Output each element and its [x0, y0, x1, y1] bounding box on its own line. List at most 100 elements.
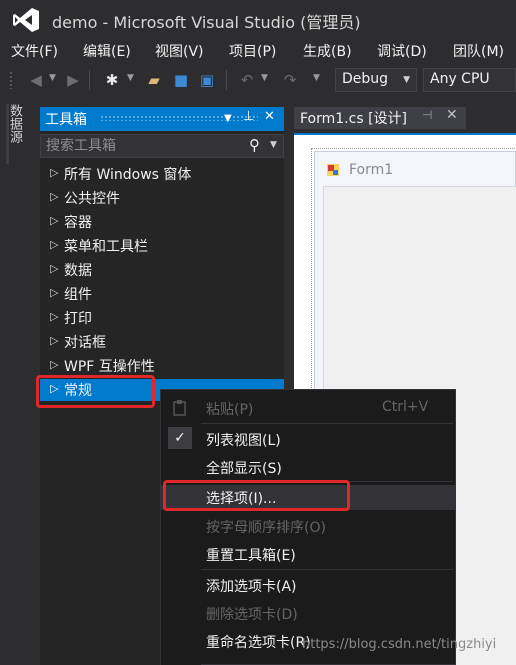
header-grip — [100, 115, 258, 121]
toolbox-group-all-windows-forms[interactable]: ▷ 所有 Windows 窗体 — [40, 163, 284, 185]
group-label: 容器 — [64, 215, 92, 231]
menu-view[interactable]: 视图(V) — [155, 41, 204, 61]
close-tab-icon[interactable]: ✕ — [446, 107, 458, 123]
group-label: 数据 — [64, 263, 92, 279]
pin-tab-icon[interactable]: ⊣ — [422, 108, 432, 122]
toolbox-title: 工具箱 — [45, 112, 87, 128]
toolbar-separator — [89, 70, 90, 90]
save-icon[interactable]: ■ — [172, 71, 190, 89]
menu-debug[interactable]: 调试(D) — [377, 41, 427, 61]
toolbox-group-data[interactable]: ▷ 数据 — [40, 259, 284, 281]
toolbar-grip[interactable] — [9, 71, 13, 89]
solution-configuration-select[interactable]: Debug ▼ — [335, 68, 417, 92]
menu-item-sort-alphabetically[interactable]: 按字母顺序排序(O) — [161, 514, 455, 539]
window-position-dropdown-icon[interactable]: ▼ — [224, 113, 232, 124]
toolbox-group-menus-toolbars[interactable]: ▷ 菜单和工具栏 — [40, 235, 284, 257]
undo-icon[interactable]: ↶ — [238, 71, 256, 89]
menu-item-paste[interactable]: 粘贴(P) Ctrl+V — [161, 396, 455, 421]
menu-item-shortcut: Ctrl+V — [382, 399, 429, 415]
save-all-icon[interactable]: ▣ — [198, 71, 216, 89]
highlight-general-group — [36, 375, 155, 408]
menu-separator — [201, 423, 453, 424]
menu-item-reset-toolbox[interactable]: 重置工具箱(E) — [161, 542, 455, 567]
toolbox-group-dialogs[interactable]: ▷ 对话框 — [40, 331, 284, 353]
menu-item-delete-tab[interactable]: 删除选项卡(D) — [161, 601, 455, 626]
menu-item-label: 全部显示(S) — [206, 461, 282, 477]
search-options-dropdown-icon[interactable]: ▼ — [270, 140, 277, 150]
menu-file[interactable]: 文件(F) — [11, 41, 58, 61]
menu-bar: 文件(F) 编辑(E) 视图(V) 项目(P) 生成(B) 调试(D) 团队(M… — [0, 38, 516, 64]
menu-build[interactable]: 生成(B) — [303, 41, 352, 61]
search-icon[interactable]: ⚲ — [249, 136, 260, 154]
toolbox-search: ⚲ ▼ — [40, 134, 284, 158]
paste-icon — [173, 400, 186, 416]
menu-edit[interactable]: 编辑(E) — [83, 41, 131, 61]
group-label: 组件 — [64, 287, 92, 303]
undo-dropdown-icon[interactable]: ▼ — [261, 73, 268, 83]
back-dropdown-icon[interactable]: ▼ — [49, 73, 56, 83]
menu-project[interactable]: 项目(P) — [229, 41, 276, 61]
group-label: 对话框 — [64, 335, 106, 351]
menu-item-label: 添加选项卡(A) — [206, 579, 297, 595]
menu-separator — [201, 569, 453, 570]
form-app-icon — [327, 164, 339, 176]
menu-team[interactable]: 团队(M) — [453, 41, 504, 61]
window-title: demo - Microsoft Visual Studio (管理员) — [52, 13, 361, 32]
open-file-icon[interactable]: ▰ — [145, 71, 163, 89]
menu-item-label: 重置工具箱(E) — [206, 548, 296, 564]
group-label: 公共控件 — [64, 191, 120, 207]
tab-label: Form1.cs [设计] — [300, 111, 407, 127]
pin-icon[interactable]: ⊥ — [243, 109, 254, 124]
close-icon[interactable]: ✕ — [264, 109, 275, 124]
solution-platform-value: Any CPU — [430, 71, 490, 87]
toolbar-separator — [226, 70, 227, 90]
side-tool-strip: 数据源 — [0, 96, 36, 665]
watermark-text: https://blog.csdn.net/tingzhiyi — [302, 637, 497, 652]
toolbox-header[interactable]: 工具箱 ▼ ⊥ ✕ — [40, 107, 284, 131]
menu-item-label: 粘贴(P) — [206, 402, 254, 418]
toolbox-group-components[interactable]: ▷ 组件 — [40, 283, 284, 305]
group-label: 打印 — [64, 311, 92, 327]
expand-triangle-icon[interactable]: ▷ — [50, 262, 58, 275]
data-sources-label: 数据源 — [7, 104, 22, 143]
menu-item-add-tab[interactable]: 添加选项卡(A) — [161, 573, 455, 598]
chevron-down-icon: ▼ — [403, 75, 410, 85]
toolbox-group-containers[interactable]: ▷ 容器 — [40, 211, 284, 233]
toolbox-group-printing[interactable]: ▷ 打印 — [40, 307, 284, 329]
solution-platform-select[interactable]: Any CPU — [423, 68, 516, 92]
menu-item-label: 删除选项卡(D) — [206, 607, 298, 623]
visual-studio-logo-icon — [13, 8, 39, 32]
navigate-forward-icon[interactable]: ▶ — [64, 71, 82, 89]
toolbox-group-common-controls[interactable]: ▷ 公共控件 — [40, 187, 284, 209]
toolbox-group-wpf-interop[interactable]: ▷ WPF 互操作性 — [40, 355, 284, 377]
expand-triangle-icon[interactable]: ▷ — [50, 166, 58, 179]
new-project-icon[interactable]: ✱ — [103, 71, 121, 89]
menu-item-label: 列表视图(L) — [206, 433, 281, 449]
expand-triangle-icon[interactable]: ▷ — [50, 334, 58, 347]
navigate-back-icon[interactable]: ◀ — [27, 71, 45, 89]
group-label: 菜单和工具栏 — [64, 239, 148, 255]
expand-triangle-icon[interactable]: ▷ — [50, 238, 58, 251]
menu-item-label: 重命名选项卡(R) — [206, 635, 311, 651]
group-label: WPF 互操作性 — [64, 359, 155, 375]
expand-triangle-icon[interactable]: ▷ — [50, 190, 58, 203]
checkmark-icon: ✓ — [168, 427, 192, 449]
menu-item-label: 按字母顺序排序(O) — [206, 520, 326, 536]
expand-triangle-icon[interactable]: ▷ — [50, 358, 58, 371]
menu-item-show-all[interactable]: 全部显示(S) — [161, 455, 455, 480]
menu-item-list-view[interactable]: ✓ 列表视图(L) — [161, 427, 455, 452]
expand-triangle-icon[interactable]: ▷ — [50, 286, 58, 299]
standard-toolbar: ◀ ▼ ▶ ✱ ▼ ▰ ■ ▣ ↶ ▼ ↷ ▼ Debug ▼ Any CPU — [0, 64, 516, 96]
group-label: 所有 Windows 窗体 — [64, 167, 192, 183]
title-bar: demo - Microsoft Visual Studio (管理员) — [0, 0, 516, 38]
solution-configuration-value: Debug — [342, 71, 389, 87]
form-title: Form1 — [349, 162, 394, 178]
expand-triangle-icon[interactable]: ▷ — [50, 214, 58, 227]
new-project-dropdown-icon[interactable]: ▼ — [127, 73, 134, 83]
redo-icon[interactable]: ↷ — [281, 71, 299, 89]
toolbox-search-input[interactable] — [41, 135, 241, 157]
expand-triangle-icon[interactable]: ▷ — [50, 310, 58, 323]
redo-dropdown-icon[interactable]: ▼ — [313, 73, 320, 83]
toolbox-context-menu: 粘贴(P) Ctrl+V ✓ 列表视图(L) 全部显示(S) 选择项(I)...… — [160, 389, 456, 665]
tab-form1-design[interactable]: Form1.cs [设计] ⊣ ✕ — [294, 107, 466, 129]
